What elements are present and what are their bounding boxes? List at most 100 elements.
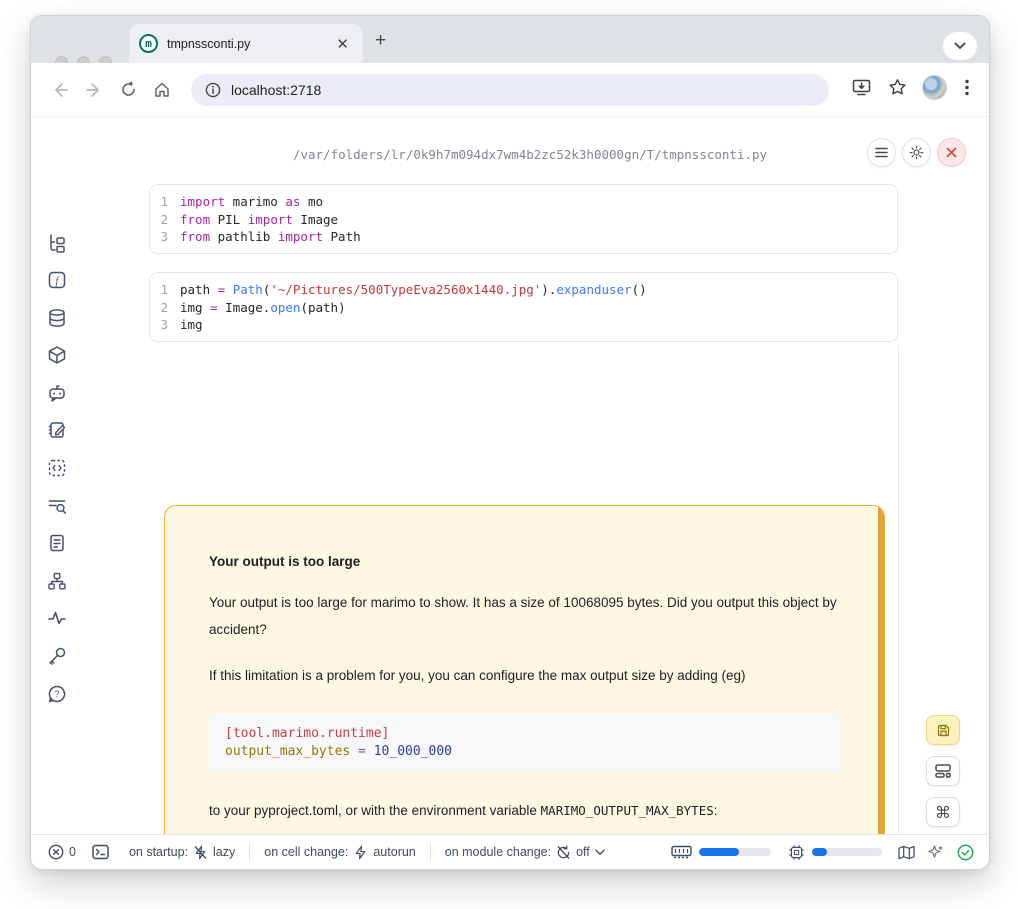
forward-button[interactable] [77,73,111,107]
chevron-down-icon [595,849,605,856]
browser-menu-button[interactable] [955,70,979,104]
save-button[interactable] [926,715,960,745]
browser-tab[interactable]: m tmpnssconti.py ✕ [129,24,363,63]
layout-toggle-button[interactable] [926,756,960,786]
pulse-icon [47,608,67,628]
home-button[interactable] [145,73,179,107]
chevron-down-icon [954,42,966,50]
robot-chat-icon [47,383,67,403]
tab-close-icon[interactable]: ✕ [332,35,353,53]
memory-usage-bar [699,848,771,856]
close-icon [946,147,957,158]
address-bar[interactable]: localhost:2718 [191,74,829,106]
lightning-slash-icon [193,845,208,860]
sidebar-item-ai-chat[interactable] [44,380,69,405]
document-icon [47,533,67,553]
log-search-icon [47,496,67,516]
env-var-name: MARIMO_OUTPUT_MAX_BYTES [541,803,714,818]
sidebar-item-documentation[interactable] [44,531,69,556]
sidebar-item-snippets[interactable] [44,456,69,481]
sidebar-item-variables[interactable]: f [44,268,69,293]
reload-button[interactable] [111,73,145,107]
notebook-pencil-icon [47,420,67,440]
sparkles-ai-button[interactable] [928,844,944,860]
star-icon [888,78,907,96]
profile-avatar[interactable] [922,75,947,100]
ram-icon [671,845,692,859]
reload-icon [120,81,137,98]
notebook-area: /var/folders/lr/0k9h7m094dx7wm4b2zc52k3h… [31,117,989,834]
on-startup-setting[interactable]: on startup: lazy [129,845,235,860]
memory-usage-fill [699,848,739,856]
svg-text:f: f [55,276,60,287]
lightning-icon [353,845,368,860]
output-scroll-track [898,346,899,834]
warning-paragraph-2: If this limitation is a problem for you,… [209,662,840,689]
cpu-icon [788,844,805,861]
output-too-large-warning: Your output is too large Your output is … [164,505,885,870]
browser-window: m tmpnssconti.py ✕ + localhost:2718 [30,15,990,870]
notebook-menu-button[interactable] [867,138,896,167]
cpu-usage-fill [812,848,827,856]
help-bubble-icon: ? [47,684,67,704]
new-tab-button[interactable]: + [375,30,386,52]
bookmark-button[interactable] [880,70,914,104]
tab-search-chevron[interactable] [943,32,977,60]
warning-paragraph-3: to your pyproject.toml, or with the envi… [209,797,840,824]
connection-status-icon[interactable] [957,844,974,861]
code-cell-imports[interactable]: 1import marimo as mo2from PIL import Ima… [149,184,898,254]
minimap-button[interactable] [898,845,915,860]
sidebar-item-datasources[interactable] [44,305,69,330]
tab-title: tmpnssconti.py [167,37,332,51]
error-count: 0 [69,845,76,859]
warning-title: Your output is too large [209,554,840,569]
install-icon [852,79,871,96]
warning-scrollbar[interactable] [878,505,885,870]
sidebar-item-secrets[interactable] [44,644,69,669]
on-cell-change-setting[interactable]: on cell change: autorun [264,845,416,860]
svg-text:?: ? [54,689,59,699]
info-icon[interactable] [205,82,221,98]
url-text[interactable]: localhost:2718 [231,82,321,98]
sidebar-item-tracing[interactable] [44,606,69,631]
warning-paragraph-1: Your output is too large for marimo to s… [209,589,840,643]
key-icon [47,646,67,666]
sitemap-icon [47,571,67,591]
save-icon [936,723,951,738]
code-cell-image[interactable]: 1path = Path('~/Pictures/500TypeEva2560x… [149,272,898,342]
back-button[interactable] [43,73,77,107]
tab-strip: m tmpnssconti.py ✕ + [31,16,989,63]
notebook-filepath[interactable]: /var/folders/lr/0k9h7m094dx7wm4b2zc52k3h… [293,147,767,162]
circle-x-icon [48,844,64,860]
kebab-menu-icon [965,79,969,96]
gear-icon [909,145,924,160]
sidebar-item-help[interactable]: ? [44,681,69,706]
layout-icon [935,764,951,778]
helper-sidebar: f [44,230,70,706]
terminal-icon [92,844,109,860]
back-icon [51,81,69,99]
install-app-button[interactable] [844,70,878,104]
hamburger-menu-icon [875,147,888,158]
sidebar-item-dependency-graph[interactable] [44,568,69,593]
error-indicator[interactable]: 0 [48,844,76,860]
sidebar-item-scratchpad[interactable] [44,418,69,443]
sidebar-item-file-explorer[interactable] [44,230,69,255]
home-icon [153,81,171,99]
database-icon [47,308,67,328]
browser-toolbar: localhost:2718 [31,63,989,117]
toml-config-snippet: [tool.marimo.runtime]output_max_bytes = … [209,714,840,772]
package-cube-icon [47,345,67,365]
reload-off-icon [556,845,571,860]
sidebar-item-logs[interactable] [44,493,69,518]
shutdown-button[interactable] [937,138,966,167]
forward-icon [85,81,103,99]
on-module-change-setting[interactable]: on module change: off [445,845,605,860]
file-tree-icon [47,233,67,253]
terminal-button[interactable] [92,844,109,860]
sidebar-item-packages[interactable] [44,343,69,368]
function-icon: f [47,270,67,290]
keyboard-shortcuts-button[interactable]: ⌘ [926,797,960,827]
notebook-settings-button[interactable] [902,138,931,167]
code-snippet-icon [47,458,67,478]
